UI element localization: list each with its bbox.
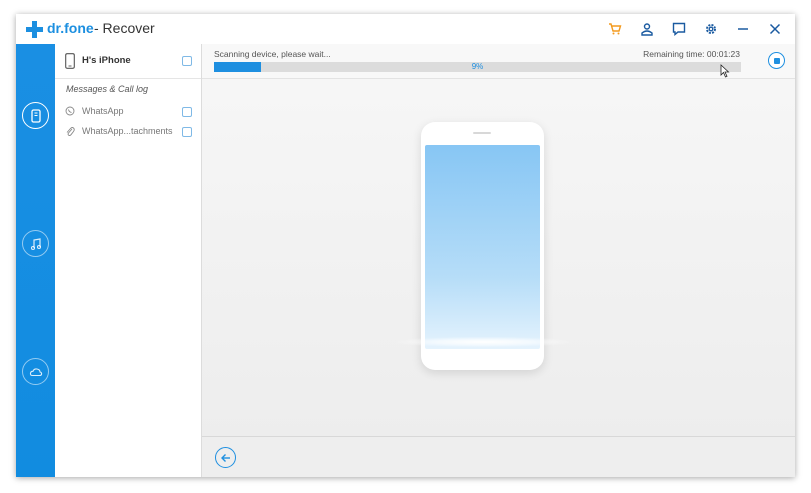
device-checkbox[interactable] [182,56,192,66]
phone-illustration [421,122,544,370]
section-label: Messages & Call log [66,84,149,94]
device-row[interactable]: H's iPhone [55,44,201,79]
item-label: WhatsApp...tachments [82,126,173,136]
cart-icon[interactable] [607,21,623,37]
back-button[interactable] [215,447,236,468]
scan-status: Scanning device, please wait... [214,49,331,59]
stop-icon [773,57,780,64]
phone-speaker [473,132,491,134]
title-bar: dr.fone - Recover [16,14,795,44]
attachments-checkbox[interactable] [182,127,192,137]
list-item-whatsapp[interactable]: WhatsApp [55,101,201,121]
data-type-panel: H's iPhone Messages & Call log WhatsApp … [55,44,202,477]
whatsapp-icon [65,106,75,116]
app-window: dr.fone - Recover H's iPhone Messages & … [16,14,795,477]
account-icon[interactable] [639,21,655,37]
arrow-left-icon [220,453,230,462]
left-nav-bar [16,44,55,477]
window-title: - Recover [94,20,155,36]
scan-area: Scanning device, please wait... Remainin… [202,44,795,477]
remaining-time: Remaining time: 00:01:23 [643,49,740,59]
feedback-icon[interactable] [671,21,687,37]
drfone-logo-icon [26,21,43,38]
mouse-cursor-icon [720,64,730,78]
bottom-bar [202,436,795,477]
scan-progress-bar: Scanning device, please wait... Remainin… [202,44,795,79]
list-item-whatsapp-attachments[interactable]: WhatsApp...tachments [55,121,201,141]
settings-icon[interactable] [703,21,719,37]
phone-screen [425,145,540,349]
close-icon[interactable] [767,21,783,37]
minimize-icon[interactable] [735,21,751,37]
progress-track: 9% [214,62,741,72]
iphone-icon [65,53,75,69]
phone-recover-icon[interactable] [22,102,49,129]
attachment-icon [66,127,75,136]
stop-scan-button[interactable] [768,52,785,69]
titlebar-controls [607,20,783,38]
item-label: WhatsApp [82,106,124,116]
cloud-icon[interactable] [22,358,49,385]
music-icon[interactable] [22,230,49,257]
whatsapp-checkbox[interactable] [182,107,192,117]
device-name: H's iPhone [82,55,131,66]
brand-name: dr.fone [47,20,94,36]
progress-percent: 9% [471,62,484,71]
scan-line [396,337,571,347]
